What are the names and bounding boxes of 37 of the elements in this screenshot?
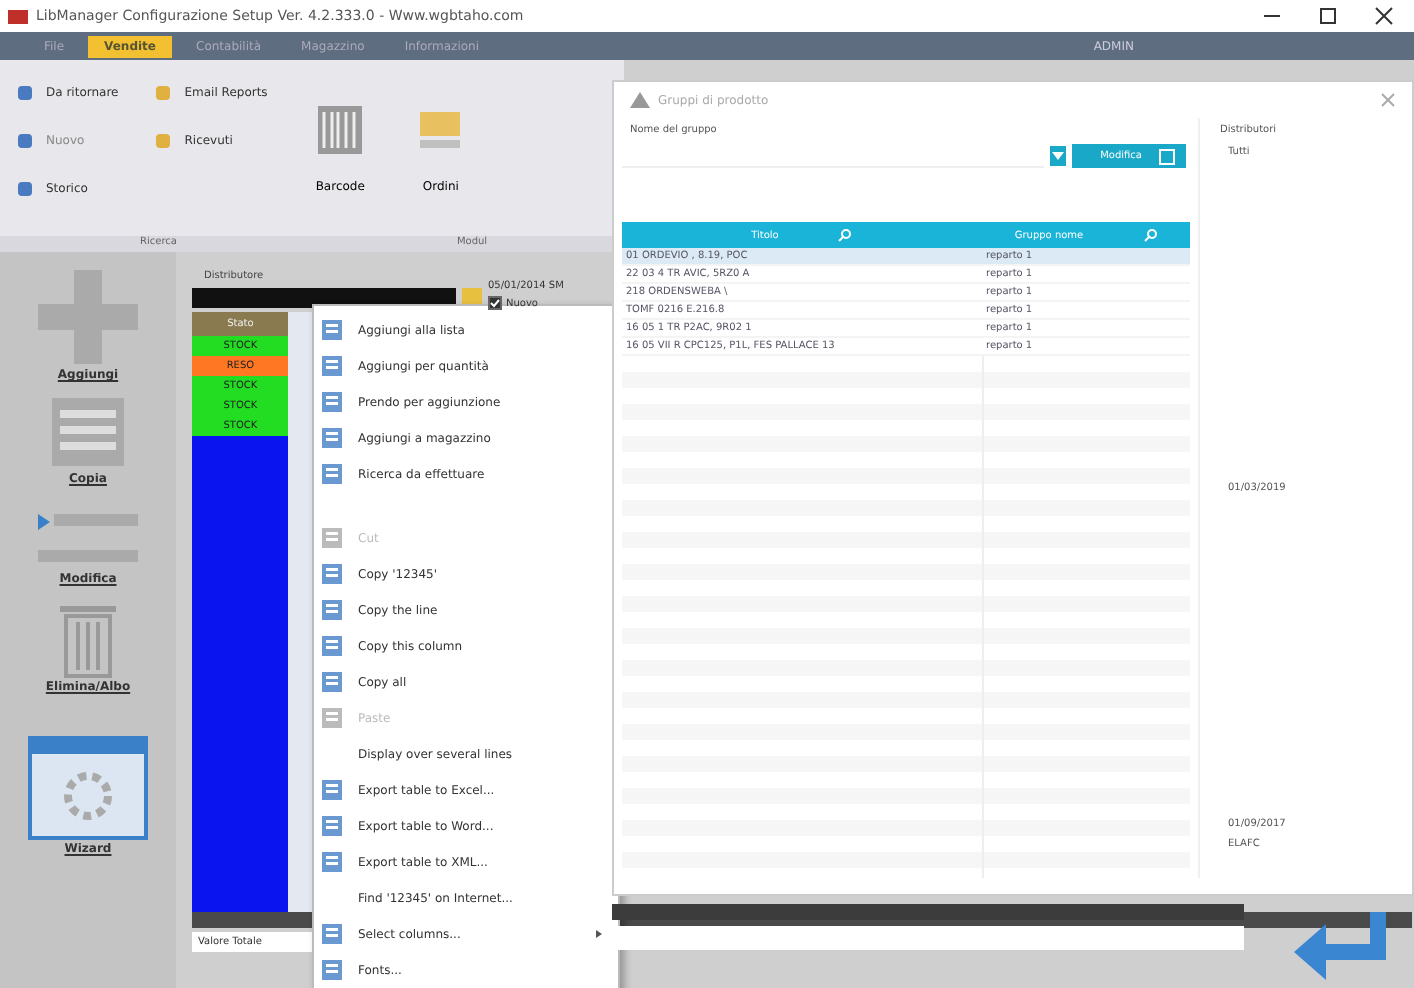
document-icon [320,354,344,378]
plus-icon [34,266,142,366]
document-icon [320,706,344,730]
square-icon [16,179,34,197]
document-icon [320,958,344,982]
document-icon [320,670,344,694]
document-icon [320,778,344,802]
new-checkbox[interactable] [488,296,502,310]
document-icon [320,634,344,658]
return-arrow-icon[interactable] [1290,908,1390,984]
close-icon[interactable] [1374,6,1394,26]
document-icon [320,462,344,486]
document-icon [320,562,344,586]
square-icon [16,83,34,101]
square-icon [154,131,173,149]
square-icon [154,83,173,101]
document-icon [320,814,344,838]
dropdown-button[interactable] [1050,146,1067,166]
document-icon [320,426,344,450]
input-field[interactable] [612,926,1244,950]
settings-window-icon [28,736,148,840]
document-icon [320,850,344,874]
document-icon [320,390,344,414]
square-icon [16,131,34,149]
document-icon [320,318,344,342]
app-icon [8,6,28,26]
square-icon [1158,147,1176,165]
triangle-icon [630,92,650,108]
document-icon [320,922,344,946]
barcode-icon [316,103,365,155]
caret-icon [1052,150,1065,162]
search-icon[interactable] [838,228,853,242]
maximize-icon[interactable] [1318,6,1338,26]
document-icon [48,394,128,470]
document-icon [320,526,344,550]
search-icon[interactable] [1143,228,1158,242]
document-icon [320,598,344,622]
